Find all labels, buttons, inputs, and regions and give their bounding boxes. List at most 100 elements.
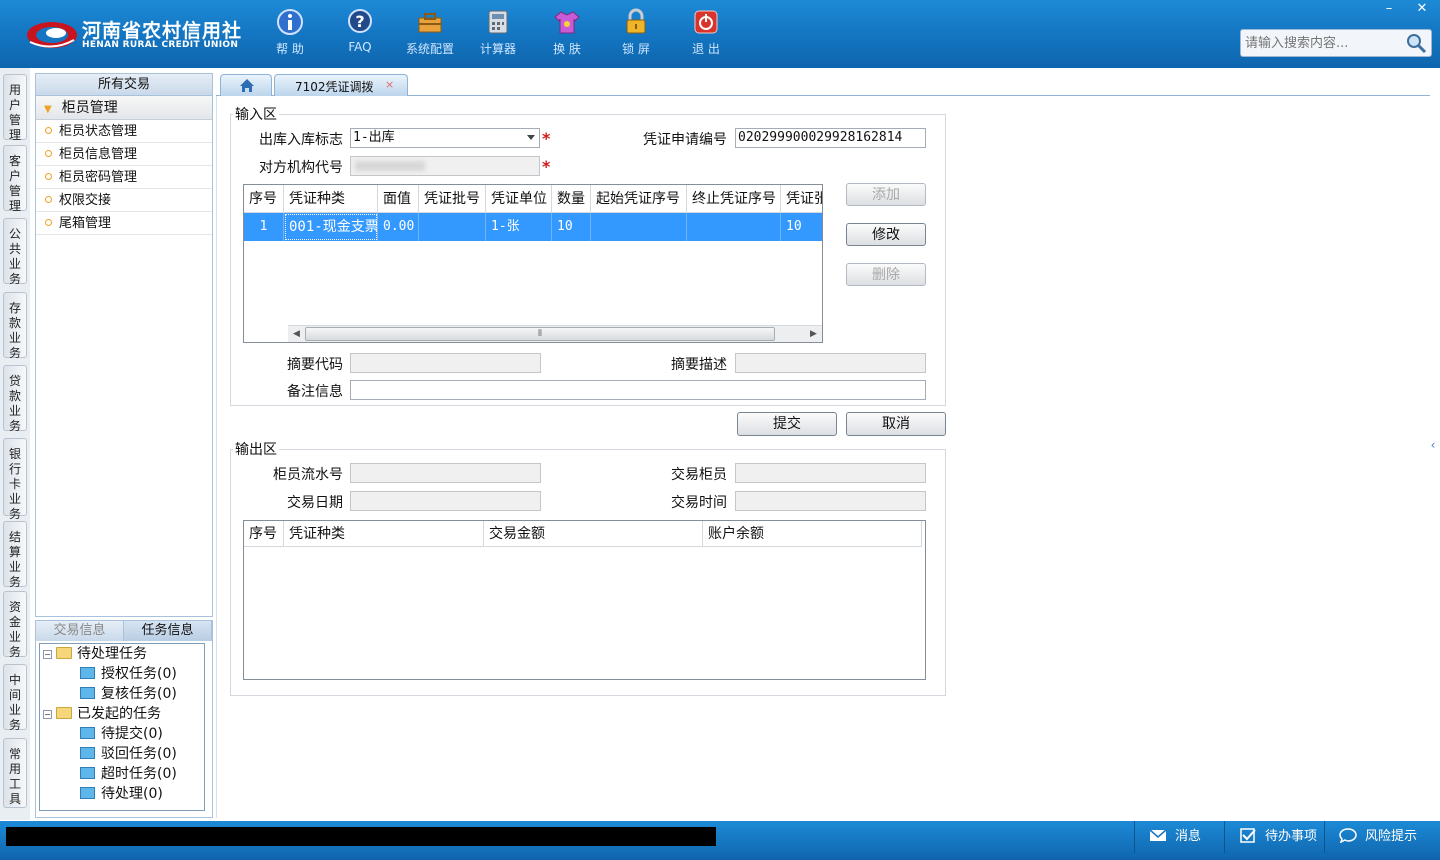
voucher-apply-no-field[interactable]: 020299900029928162814 xyxy=(735,128,926,148)
col-header: 交易金额 xyxy=(484,521,703,546)
vtab-intermediary-business[interactable]: 中间业务 xyxy=(3,664,27,732)
skin-button[interactable]: 换 肤 xyxy=(535,8,599,60)
faq-button[interactable]: ? FAQ xyxy=(328,8,392,60)
vtab-label: 客户管理 xyxy=(8,154,21,213)
tab-7102-voucher-transfer[interactable]: 7102凭证调拨 × xyxy=(274,74,408,96)
calculator-icon xyxy=(488,10,508,34)
trade-date-field[interactable] xyxy=(350,491,541,511)
chevron-down-icon xyxy=(527,135,535,140)
search-input[interactable] xyxy=(1241,30,1399,56)
required-mark: * xyxy=(542,157,551,176)
io-flag-label: 出库入库标志 xyxy=(259,132,343,148)
tree-label: 待处理(0) xyxy=(101,786,163,802)
collapse-icon[interactable]: − xyxy=(43,650,52,659)
tree-label: 超时任务(0) xyxy=(101,766,177,782)
vtab-public-business[interactable]: 公共业务 xyxy=(3,218,27,286)
vtab-settlement-business[interactable]: 结算业务 xyxy=(3,521,27,589)
menu-item-permission-handover[interactable]: 权限交接 xyxy=(36,189,212,212)
cell-voucher-count: 10 xyxy=(781,213,822,241)
top-bar: 河南省农村信用社 HENAN RURAL CREDIT UNION 帮 助 ? … xyxy=(0,0,1440,68)
task-tabs: 交易信息 任务信息 xyxy=(36,621,212,641)
tab-home[interactable] xyxy=(220,74,272,96)
vtab-loan-business[interactable]: 贷款业务 xyxy=(3,365,27,433)
tab-task-info[interactable]: 任务信息 xyxy=(124,621,212,641)
minimize-button[interactable]: – xyxy=(1372,0,1406,18)
vtab-bank-card-business[interactable]: 银行卡业务 xyxy=(3,438,27,521)
tree-node-review-tasks[interactable]: 复核任务(0) xyxy=(80,684,177,704)
vtab-user-management[interactable]: 用户管理 xyxy=(3,74,27,142)
counterpart-org-field[interactable] xyxy=(350,156,540,176)
col-header: 凭证种类 xyxy=(284,521,484,546)
vtab-deposit-business[interactable]: 存款业务 xyxy=(3,292,27,360)
input-region-title: 输入区 xyxy=(233,104,279,124)
horizontal-scrollbar[interactable]: ◀ ⦀ ▶ xyxy=(288,325,822,342)
todo-label: 待办事项 xyxy=(1265,829,1318,844)
modify-button[interactable]: 修改 xyxy=(846,223,926,246)
col-header: 起始凭证序号 xyxy=(591,185,687,212)
collapse-side-panel-icon[interactable]: ‹ xyxy=(1428,420,1438,470)
teller-serial-label: 柜员流水号 xyxy=(273,467,343,483)
system-config-button[interactable]: 系统配置 xyxy=(398,8,462,60)
io-flag-select[interactable]: 1-出库 xyxy=(350,128,540,148)
trade-time-field[interactable] xyxy=(735,491,926,511)
tree-node-to-process[interactable]: 待处理(0) xyxy=(80,784,163,804)
bullet-icon xyxy=(45,127,52,134)
menu-item-teller-status[interactable]: 柜员状态管理 xyxy=(36,120,212,143)
delete-button[interactable]: 删除 xyxy=(846,263,926,286)
menu-item-teller-password[interactable]: 柜员密码管理 xyxy=(36,166,212,189)
scroll-left-icon[interactable]: ◀ xyxy=(288,326,305,342)
message-button[interactable]: 消息 xyxy=(1134,821,1224,853)
submit-button[interactable]: 提交 xyxy=(737,412,837,436)
tree-node-initiated-tasks[interactable]: − 已发起的任务 xyxy=(43,704,161,724)
io-flag-value: 1-出库 xyxy=(353,130,395,145)
tree-node-timeout[interactable]: 超时任务(0) xyxy=(80,764,177,784)
menu-item-tail-box[interactable]: 尾箱管理 xyxy=(36,212,212,235)
vtab-fund-business[interactable]: 资金业务 xyxy=(3,591,27,659)
add-button[interactable]: 添加 xyxy=(846,183,926,206)
cell-quantity: 10 xyxy=(552,213,591,241)
tree-node-pending-tasks[interactable]: − 待处理任务 xyxy=(43,644,147,664)
remark-label: 备注信息 xyxy=(287,384,343,400)
table-row[interactable]: 1 001-现金支票 0.00 1-张 10 10 xyxy=(244,213,822,241)
collapse-icon[interactable]: − xyxy=(43,710,52,719)
summary-desc-field[interactable] xyxy=(735,353,926,373)
faq-icon: ? xyxy=(348,9,372,33)
search-icon[interactable] xyxy=(1405,32,1427,54)
scroll-right-icon[interactable]: ▶ xyxy=(805,326,822,342)
tree-node-auth-tasks[interactable]: 授权任务(0) xyxy=(80,664,177,684)
logo: 河南省农村信用社 HENAN RURAL CREDIT UNION xyxy=(24,14,241,54)
cell-end-seq xyxy=(687,213,781,241)
risk-alert-button[interactable]: 风险提示 xyxy=(1324,821,1440,853)
tree-label: 复核任务(0) xyxy=(101,686,177,702)
status-bar: 消息 待办事项 风险提示 xyxy=(0,821,1440,860)
output-grid-header: 序号 凭证种类 交易金额 账户余额 xyxy=(244,521,922,547)
todo-button[interactable]: 待办事项 xyxy=(1224,821,1324,853)
remark-field[interactable] xyxy=(350,380,926,400)
teller-serial-field[interactable] xyxy=(350,463,541,483)
col-header: 序号 xyxy=(244,521,284,546)
folder-open-icon xyxy=(56,647,72,659)
tab-trade-info[interactable]: 交易信息 xyxy=(36,621,124,641)
status-message-area xyxy=(6,827,716,846)
close-window-button[interactable]: ✕ xyxy=(1405,0,1439,18)
cancel-button[interactable]: 取消 xyxy=(846,412,946,436)
menu-item-teller-info[interactable]: 柜员信息管理 xyxy=(36,143,212,166)
scroll-thumb[interactable]: ⦀ xyxy=(305,327,775,341)
vtab-common-tools[interactable]: 常用工具 xyxy=(3,738,27,808)
tab-close-icon[interactable]: × xyxy=(385,78,394,91)
tree-node-rejected[interactable]: 驳回任务(0) xyxy=(80,744,177,764)
menu-group-teller-management[interactable]: ▼ 柜员管理 xyxy=(36,96,212,120)
help-label: 帮 助 xyxy=(276,42,304,56)
tree-node-to-submit[interactable]: 待提交(0) xyxy=(80,724,163,744)
trade-teller-field[interactable] xyxy=(735,463,926,483)
vtab-customer-management[interactable]: 客户管理 xyxy=(3,145,27,213)
bullet-icon xyxy=(45,173,52,180)
shirt-icon xyxy=(554,11,580,34)
lock-screen-button[interactable]: 锁 屏 xyxy=(604,8,668,60)
calculator-button[interactable]: 计算器 xyxy=(466,8,530,60)
chat-bubble-icon xyxy=(1339,828,1357,843)
cell-unit: 1-张 xyxy=(486,213,552,241)
exit-button[interactable]: 退 出 xyxy=(674,8,738,60)
summary-code-field[interactable] xyxy=(350,353,541,373)
help-button[interactable]: 帮 助 xyxy=(258,8,322,60)
